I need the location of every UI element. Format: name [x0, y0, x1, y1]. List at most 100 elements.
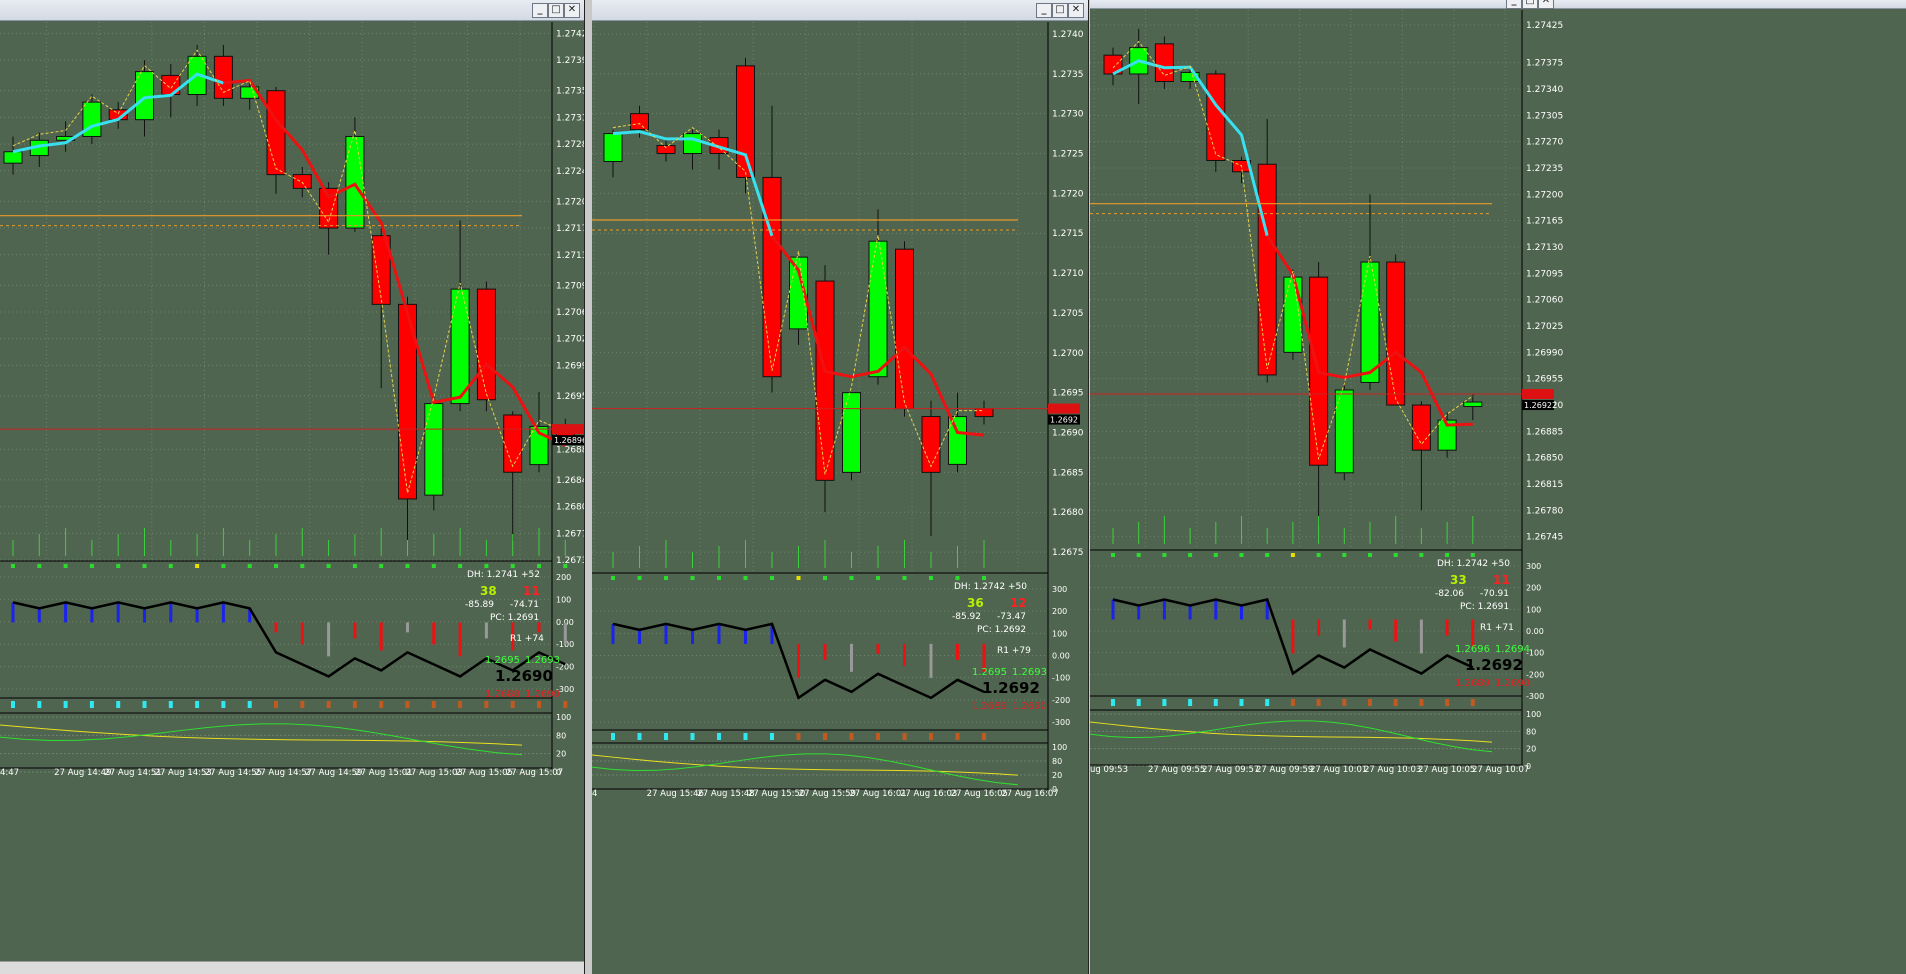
signal-dot [11, 564, 15, 568]
red-level-2: 1.2690 [1012, 701, 1047, 712]
value-2: -74.71 [510, 600, 539, 610]
signal-line [1112, 40, 1474, 460]
price-tick-label: 1.27205 [556, 197, 584, 207]
price-tag-bg [1048, 403, 1080, 414]
signal-dot [1136, 553, 1141, 557]
trend-marker [876, 733, 880, 740]
current-price-big: 1.2692 [1465, 656, 1523, 674]
price-tick-label: 1.2715 [1052, 229, 1084, 239]
signal-dot [1393, 553, 1398, 557]
chart-window-3[interactable]: _ □ ✕ 1.27425 1.27375 1.27340 1.27305 1.2727… [1090, 0, 1906, 974]
value-1: -85.89 [465, 600, 494, 610]
trend-marker [1342, 699, 1347, 706]
trend-marker [770, 733, 774, 740]
trend-marker [458, 701, 463, 708]
signal-dot [1368, 553, 1372, 557]
osc-main-line [12, 601, 566, 678]
chart-canvas[interactable]: 1.27425 1.27375 1.27340 1.27305 1.27270 1.272… [1090, 0, 1906, 974]
value-1: -85.92 [952, 612, 981, 622]
osc-tick-label: -300 [1052, 718, 1070, 727]
signal-dot [431, 564, 436, 568]
trend-marker [637, 733, 642, 740]
price-tick-label: 1.2695 [1052, 389, 1084, 399]
trend-marker [221, 701, 226, 708]
signal-dot [510, 564, 515, 568]
trend-marker [326, 701, 331, 708]
signal-dot [823, 576, 827, 580]
r1-label: R1 +79 [997, 646, 1031, 656]
time-label: 27 Aug 10:01 [1310, 765, 1367, 775]
signal-dot [717, 576, 721, 580]
bull-candle [135, 71, 154, 121]
value-2: -73.47 [997, 612, 1026, 622]
red-level-1: 1.2689 [972, 701, 1007, 712]
bear-candle [1206, 73, 1226, 161]
signal-dot [221, 564, 226, 568]
price-tick-label: 1.27305 [1526, 111, 1563, 121]
osc2-tick-label: 80 [1052, 757, 1062, 766]
red-level-1: 1.2689 [1455, 678, 1490, 689]
trend-marker [379, 701, 384, 708]
trend-marker [690, 733, 695, 740]
price-tick-label: 1.27375 [1526, 59, 1563, 69]
price-tick-label: 1.27425 [556, 29, 584, 39]
signal-dot [1445, 553, 1450, 557]
chart-window-2[interactable]: _ □ ✕ 1.2740 1.2735 1.2730 1.2725 1.2720 1.27… [592, 0, 1089, 974]
time-label: ug 09:53 [1090, 765, 1128, 775]
chart-canvas[interactable]: 1.2740 1.2735 1.2730 1.2725 1.2720 1.2715 1.27… [592, 0, 1088, 974]
osc-tick-label: 100 [556, 595, 571, 604]
chart-canvas[interactable]: 1.27425 1.27390 1.27350 1.27315 1.27280 1.272… [0, 0, 584, 974]
osc2-tick-label: 100 [556, 713, 571, 722]
time-label: 27 Aug 09:59 [1256, 765, 1313, 775]
time-label: 27 Aug 15:48 [697, 789, 754, 799]
osc-tick-label: -300 [1526, 692, 1544, 701]
bull-candle [683, 133, 702, 155]
trend-marker [63, 701, 68, 708]
trend-marker [717, 733, 721, 740]
price-tick-label: 1.26805 [556, 503, 584, 513]
bull-count: 33 [1450, 573, 1467, 587]
trend-marker [982, 733, 986, 740]
trend-marker [743, 733, 748, 740]
price-tick-label: 1.27200 [1526, 190, 1563, 200]
r1-label: R1 +74 [510, 634, 544, 644]
trend-marker [510, 701, 515, 708]
trend-marker [1213, 699, 1218, 706]
bull-candle [842, 392, 861, 473]
price-tick-label: 1.27025 [556, 335, 584, 345]
price-tick-label: 1.2685 [1052, 468, 1084, 478]
signal-dot [796, 576, 801, 580]
osc-tick-label: -200 [1052, 696, 1070, 705]
osc2-tick-label: 20 [1526, 745, 1536, 754]
signal-dot [1470, 553, 1475, 557]
signal-dot [1188, 553, 1193, 557]
signal-dot [929, 576, 933, 580]
green-level-1: 1.2695 [485, 655, 520, 666]
price-tick-label: 1.27280 [556, 140, 584, 150]
bull-count: 36 [967, 596, 984, 610]
price-tick-label: 1.2740 [1052, 30, 1084, 40]
time-label: 27 Aug 15:01 [355, 768, 412, 778]
trend-marker [1136, 699, 1141, 706]
signal-dot [274, 564, 278, 568]
signal-dot [1342, 553, 1347, 557]
signal-dot [876, 576, 880, 580]
price-tick-label: 1.27025 [1526, 322, 1563, 332]
price-tick-label: 1.2705 [1052, 309, 1084, 319]
bear-candle [1154, 43, 1174, 82]
osc-tick-label: 300 [1052, 585, 1067, 594]
time-label: 27 Aug 15:07 [506, 768, 563, 778]
signal-dot [37, 564, 42, 568]
osc2-tick-label: 100 [1052, 743, 1067, 752]
signal-dot [1419, 553, 1424, 557]
signal-dot [849, 576, 854, 580]
chart-window-1[interactable]: _ □ ✕ 1.274251.273901.273501.273151.2728… [0, 0, 585, 974]
signal-dot [611, 576, 615, 580]
horizontal-scrollbar[interactable] [0, 961, 584, 974]
time-label: 27 Aug 15:46 [647, 789, 704, 799]
signal-dot [982, 576, 986, 580]
trend-marker [247, 701, 252, 708]
price-tick-label: 1.27340 [1526, 85, 1563, 95]
trend-marker [300, 701, 305, 708]
price-tag-bg [552, 424, 584, 435]
